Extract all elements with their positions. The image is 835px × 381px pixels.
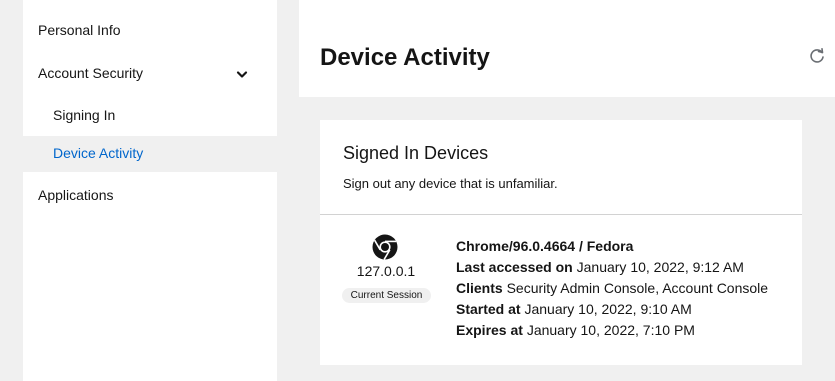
last-accessed-value: January 10, 2022, 9:12 AM	[576, 259, 744, 275]
sidebar-item-personal-info[interactable]: Personal Info	[23, 22, 277, 42]
expires-value: January 10, 2022, 7:10 PM	[526, 322, 695, 338]
device-ip: 127.0.0.1	[356, 263, 416, 279]
chrome-icon	[372, 234, 398, 260]
sidebar: Personal Info Account Security Signing I…	[23, 0, 277, 381]
clients-value: Security Admin Console, Account Console	[506, 280, 769, 296]
sidebar-item-label: Applications	[38, 187, 114, 203]
sidebar-item-account-security[interactable]: Account Security	[23, 65, 277, 85]
expires-label: Expires at	[456, 322, 523, 338]
main-content: Device Activity Signed In Devices Sign o…	[277, 0, 835, 381]
page-title: Device Activity	[320, 44, 490, 71]
started-row: Started at January 10, 2022, 9:10 AM	[456, 299, 768, 320]
sidebar-item-label: Device Activity	[53, 145, 144, 161]
device-name: Chrome/96.0.4664 / Fedora	[456, 238, 634, 254]
clients-row: Clients Security Admin Console, Account …	[456, 278, 768, 299]
signed-in-devices-card: Signed In Devices Sign out any device th…	[320, 120, 802, 365]
sidebar-item-label: Signing In	[53, 107, 116, 123]
started-label: Started at	[456, 301, 521, 317]
refresh-icon[interactable]	[807, 47, 827, 67]
chevron-down-icon	[236, 71, 248, 78]
page-header: Device Activity	[299, 0, 835, 97]
sidebar-item-device-activity[interactable]: Device Activity	[23, 136, 277, 172]
card-subtitle: Sign out any device that is unfamiliar.	[343, 176, 558, 191]
device-details: Chrome/96.0.4664 / Fedora Last accessed …	[456, 236, 768, 341]
last-accessed-row: Last accessed on January 10, 2022, 9:12 …	[456, 257, 768, 278]
started-value: January 10, 2022, 9:10 AM	[524, 301, 692, 317]
sidebar-item-applications[interactable]: Applications	[23, 187, 277, 207]
last-accessed-label: Last accessed on	[456, 259, 573, 275]
sidebar-item-label: Personal Info	[38, 22, 121, 38]
expires-row: Expires at January 10, 2022, 7:10 PM	[456, 320, 768, 341]
divider	[320, 214, 802, 215]
current-session-badge: Current Session	[342, 288, 431, 303]
sidebar-item-label: Account Security	[38, 65, 144, 81]
clients-label: Clients	[456, 280, 503, 296]
card-title: Signed In Devices	[343, 143, 489, 163]
sidebar-item-signing-in[interactable]: Signing In	[23, 107, 277, 127]
